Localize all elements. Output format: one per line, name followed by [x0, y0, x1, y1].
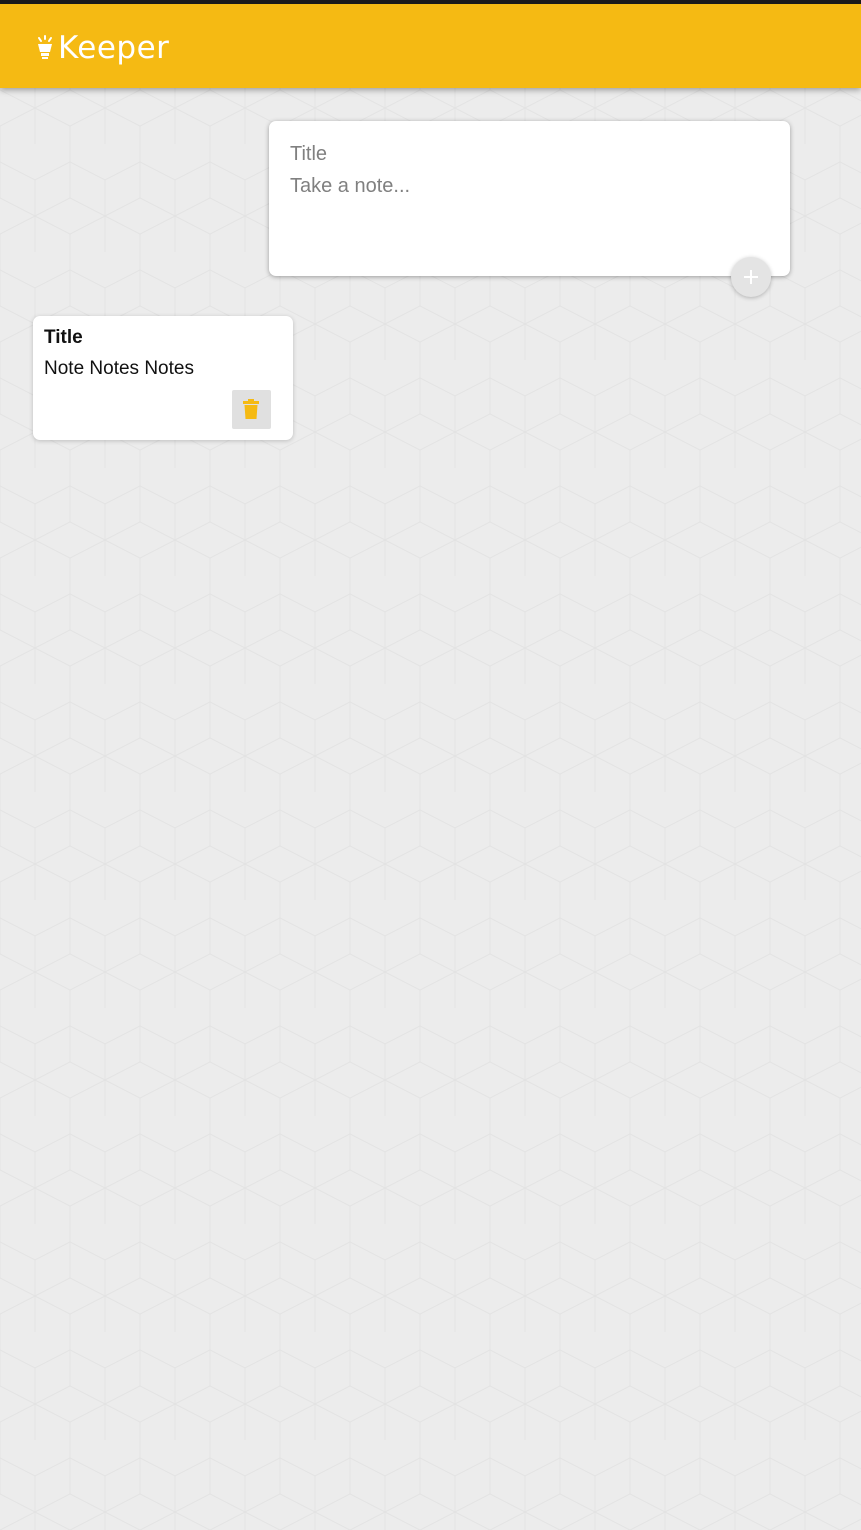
app-header: Keeper: [0, 4, 861, 88]
trash-icon: [243, 399, 259, 419]
status-bar-strip: [0, 0, 861, 4]
note-card: Title Note Notes Notes: [33, 316, 293, 440]
brand: Keeper: [36, 26, 169, 70]
create-note-form: [269, 121, 790, 276]
note-title-input[interactable]: [290, 141, 760, 167]
app-title: Keeper: [58, 30, 170, 66]
add-note-button[interactable]: [731, 257, 771, 297]
lightbulb-icon: [38, 35, 52, 59]
note-content-input[interactable]: [290, 175, 760, 245]
note-content: Note Notes Notes: [44, 358, 194, 379]
note-title: Title: [44, 327, 83, 348]
plus-icon: [744, 270, 758, 284]
delete-note-button[interactable]: [232, 390, 271, 429]
